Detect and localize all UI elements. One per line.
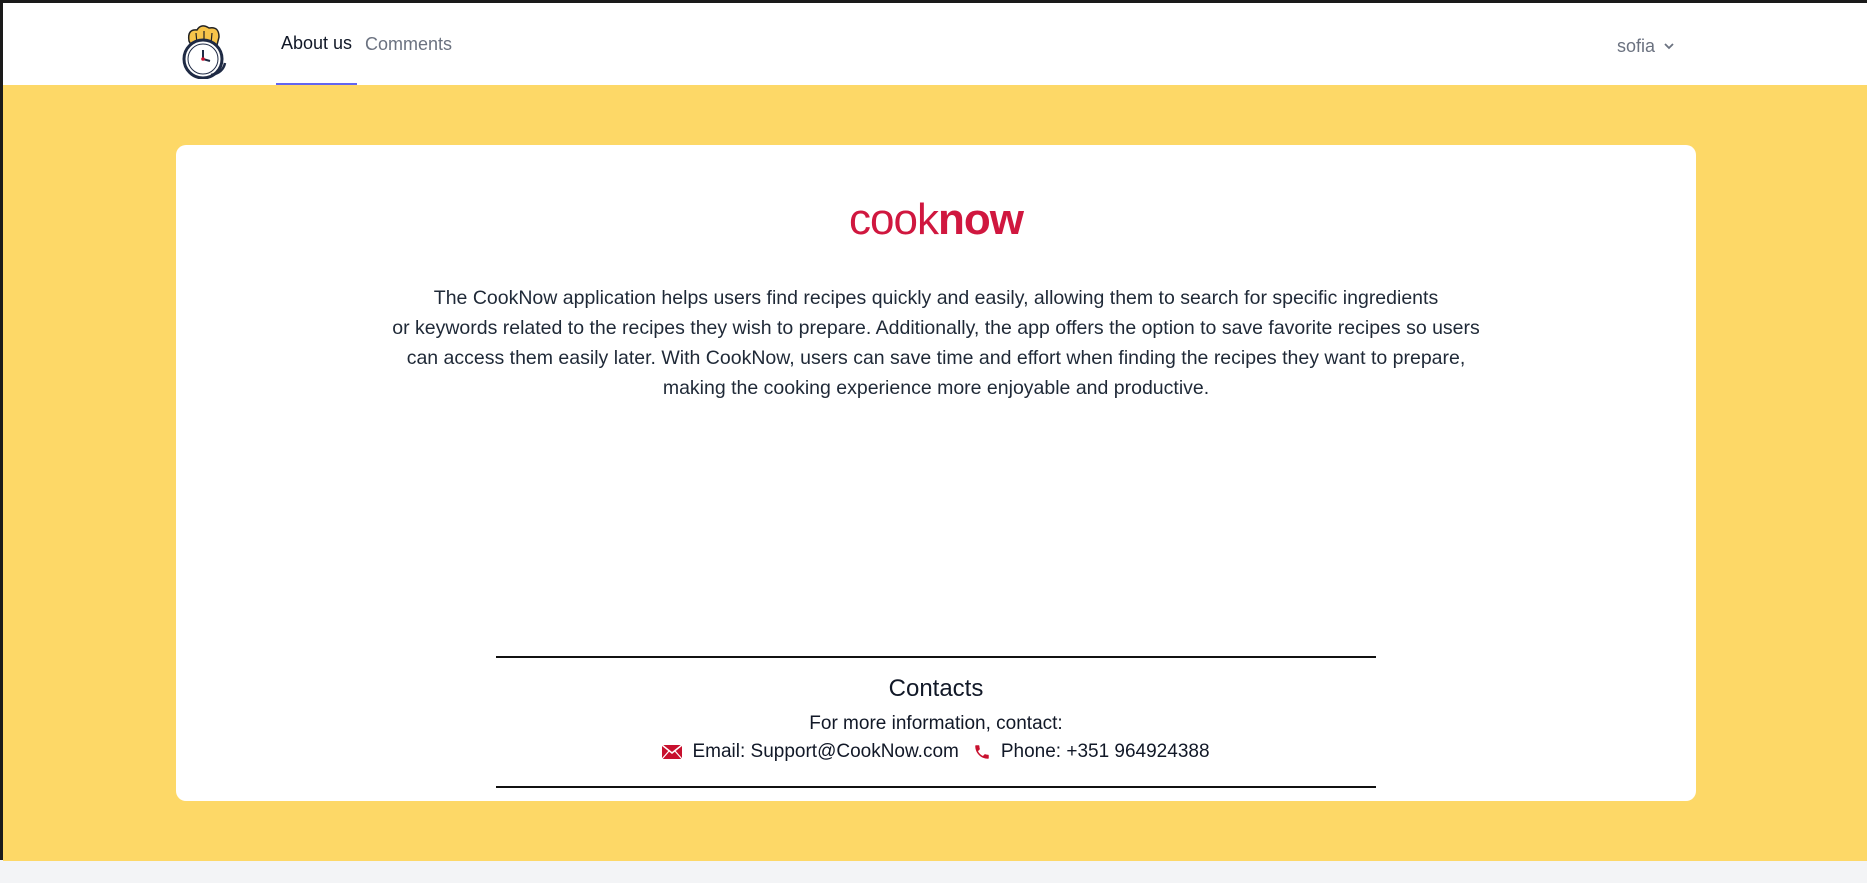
about-card: cooknow The CookNow application helps us… [176, 145, 1696, 801]
brand-bold-text: now [937, 195, 1024, 244]
contacts-details: Email: Support@CookNow.com Phone: +351 9… [176, 741, 1696, 763]
contact-phone[interactable]: Phone: +351 964924388 [1001, 741, 1210, 763]
contacts-subtitle: For more information, contact: [809, 713, 1063, 734]
tab-comments-label: Comments [365, 33, 453, 54]
envelope-icon [662, 745, 683, 759]
description-line: or keywords related to the recipes they … [392, 317, 1480, 339]
chevron-down-icon [1655, 36, 1675, 57]
tab-comments[interactable]: Comments [362, 3, 455, 85]
user-name: sofia [1617, 35, 1656, 56]
page-footer [0, 861, 1867, 883]
user-menu-button[interactable]: sofia [1617, 33, 1675, 59]
tab-about-us[interactable]: About us [276, 3, 358, 85]
brand-light-text: cook [849, 195, 939, 244]
contacts-divider-top [496, 656, 1376, 658]
contacts-title: Contacts [888, 675, 984, 702]
cooknow-brand-logo: cooknow [176, 195, 1696, 245]
description-line: making the cooking experience more enjoy… [662, 377, 1210, 399]
description-line: The CookNow application helps users find… [433, 287, 1439, 309]
description-line: can access them easily later. With CookN… [406, 347, 1466, 369]
top-navbar: About us Comments sofia [3, 3, 1867, 85]
tab-about-us-label: About us [281, 32, 353, 53]
chef-clock-logo-icon[interactable] [179, 23, 229, 80]
contact-email[interactable]: Email: Support@CookNow.com [692, 741, 958, 763]
about-description: The CookNow application helps users find… [366, 283, 1506, 403]
contacts-divider-bottom [496, 786, 1376, 788]
main-content: cooknow The CookNow application helps us… [3, 85, 1867, 861]
phone-icon [973, 743, 991, 761]
